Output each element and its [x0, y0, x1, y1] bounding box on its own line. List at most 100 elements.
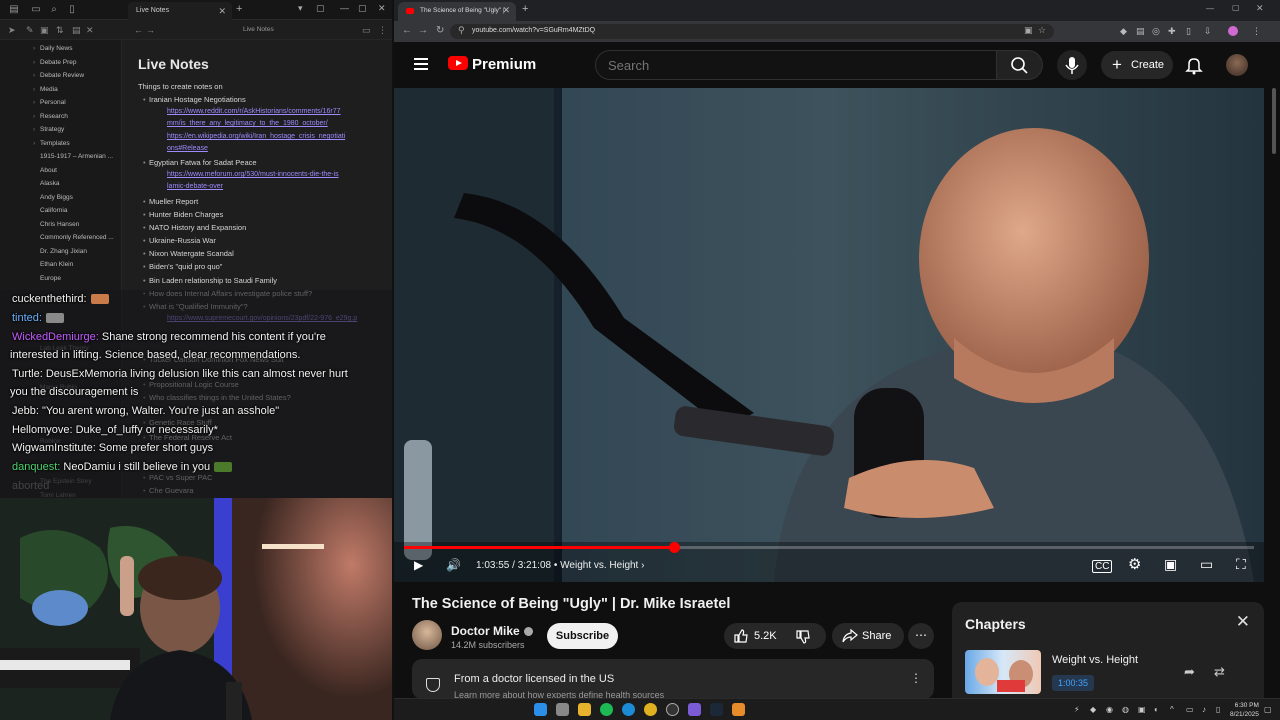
- share-icon[interactable]: ➦: [1184, 664, 1195, 680]
- spotify-icon[interactable]: [600, 703, 613, 716]
- sidebar-folder[interactable]: Daily News: [33, 45, 72, 52]
- maximize-icon[interactable]: ▢: [358, 3, 367, 14]
- youtube-brand[interactable]: Premium: [472, 56, 536, 73]
- send-icon[interactable]: ➤: [8, 25, 16, 36]
- collapse-icon[interactable]: ▤: [72, 25, 81, 36]
- sidebar-folder[interactable]: Personal: [33, 99, 66, 106]
- extension-icon[interactable]: ◆: [1120, 26, 1127, 37]
- profile-icon[interactable]: [1228, 26, 1238, 36]
- url-field[interactable]: ⚲ youtube.com/watch?v=SGuRm4MZtDQ ▣ ☆: [450, 24, 1054, 39]
- browser-maximize-icon[interactable]: ▢: [1232, 3, 1240, 12]
- menu-icon[interactable]: [414, 58, 428, 70]
- close-window-icon[interactable]: ✕: [378, 3, 386, 14]
- tray-icon[interactable]: ◍: [1122, 705, 1129, 714]
- browser-minimize-icon[interactable]: —: [1206, 4, 1214, 13]
- notes-tab[interactable]: Live Notes ✕: [128, 2, 232, 20]
- minimize-icon[interactable]: —: [340, 3, 349, 13]
- chevron-right-icon[interactable]: ›: [641, 560, 644, 571]
- chevron-up-icon[interactable]: ^: [1170, 705, 1174, 714]
- search-input[interactable]: [608, 58, 988, 73]
- fullscreen-icon[interactable]: ⛶: [1236, 556, 1246, 573]
- folder-icon[interactable]: [578, 703, 591, 716]
- new-folder-icon[interactable]: ▣: [40, 25, 49, 36]
- bookmark-icon[interactable]: ▯: [66, 4, 78, 16]
- tray-icon[interactable]: ◆: [1090, 705, 1096, 714]
- forward-arrow-icon[interactable]: →: [418, 25, 428, 36]
- sidebar-folder[interactable]: Strategy: [33, 126, 64, 133]
- browser-tab[interactable]: The Science of Being "Ugly" | D... ✕: [398, 2, 516, 21]
- chat-username[interactable]: danquest:: [12, 461, 60, 473]
- browser-menu-icon[interactable]: ⋮: [1252, 26, 1261, 37]
- new-note-icon[interactable]: ✎: [26, 25, 34, 36]
- chat-username[interactable]: Jebb:: [12, 405, 39, 417]
- chapter-thumbnail[interactable]: [965, 650, 1041, 694]
- windows-start-icon[interactable]: [534, 703, 547, 716]
- subscribe-button[interactable]: Subscribe: [547, 623, 618, 649]
- sidebar-note[interactable]: Dr. Zhang Jixian: [40, 248, 87, 255]
- sort-icon[interactable]: ⇅: [56, 25, 64, 36]
- note-link[interactable]: mm/is_there_any_legitimacy_to_the_1980_o…: [167, 120, 328, 127]
- note-link[interactable]: https://www.meforum.org/530/must-innocen…: [167, 171, 339, 178]
- note-link[interactable]: https://en.wikipedia.org/wiki/Iran_hosta…: [167, 133, 345, 140]
- folder-icon[interactable]: ▭: [30, 4, 42, 16]
- chat-username[interactable]: WigwamInstitute:: [12, 442, 96, 454]
- obs-icon[interactable]: [666, 703, 679, 716]
- tray-icon[interactable]: ◐: [1154, 705, 1159, 714]
- reload-icon[interactable]: ↻: [436, 25, 444, 36]
- bookmark-star-icon[interactable]: ☆: [1038, 25, 1046, 36]
- loop-icon[interactable]: ⇄: [1214, 664, 1225, 680]
- sidebar-note[interactable]: Alaska: [40, 180, 60, 187]
- youtube-logo-icon[interactable]: [448, 56, 468, 70]
- sidebar-note[interactable]: About: [40, 167, 57, 174]
- close-tab-icon[interactable]: ✕: [502, 5, 510, 16]
- sidebar-note[interactable]: Andy Biggs: [40, 194, 73, 201]
- page-scrollbar[interactable]: [1272, 88, 1276, 154]
- sidebar-folder[interactable]: Media: [33, 86, 58, 93]
- note-link[interactable]: https://www.reddit.com/r/AskHistorians/c…: [167, 108, 341, 115]
- thumbs-up-icon[interactable]: [734, 629, 748, 643]
- video-progress-bar[interactable]: [404, 542, 1254, 553]
- more-options-icon[interactable]: ⋮: [910, 671, 922, 685]
- layout-icon[interactable]: ▾: [298, 3, 303, 14]
- like-count[interactable]: 5.2K: [754, 630, 777, 642]
- chapter-title[interactable]: Weight vs. Height: [1052, 654, 1138, 666]
- browser-close-icon[interactable]: ✕: [1256, 3, 1264, 14]
- chapter-timestamp[interactable]: 1:00:35: [1052, 675, 1094, 691]
- extension-icon[interactable]: ▤: [1136, 26, 1145, 37]
- captions-icon[interactable]: CC: [1092, 560, 1113, 573]
- channel-name[interactable]: Doctor Mike: [451, 624, 520, 638]
- share-button[interactable]: Share: [832, 623, 904, 649]
- close-icon[interactable]: ✕: [1236, 612, 1250, 632]
- reading-mode-icon[interactable]: ▭: [362, 25, 371, 36]
- progress-scrubber[interactable]: [669, 542, 681, 553]
- forward-arrow-icon[interactable]: →: [146, 25, 155, 35]
- health-info-panel[interactable]: From a doctor licensed in the US Learn m…: [412, 659, 934, 700]
- steam-icon[interactable]: [710, 703, 723, 716]
- chat-username[interactable]: Hellomyove:: [12, 424, 73, 436]
- split-icon[interactable]: ▢: [316, 3, 325, 14]
- thumbs-down-icon[interactable]: [796, 630, 810, 644]
- install-icon[interactable]: ▣: [1024, 25, 1033, 36]
- tray-icon[interactable]: ▣: [1138, 705, 1146, 714]
- note-link[interactable]: lamic-debate-over: [167, 183, 223, 190]
- channel-avatar[interactable]: [412, 620, 442, 650]
- sidebar-folder[interactable]: Debate Prep: [33, 59, 76, 66]
- close-panel-icon[interactable]: ✕: [86, 25, 94, 36]
- current-chapter[interactable]: Weight vs. Height: [560, 560, 638, 571]
- account-avatar[interactable]: [1226, 54, 1248, 76]
- extensions-puzzle-icon[interactable]: ✚: [1168, 26, 1176, 37]
- clock[interactable]: 6:30 PM 8/21/2025: [1230, 701, 1259, 719]
- sidebar-toggle-icon[interactable]: ▤: [8, 4, 20, 16]
- sidebar-icon[interactable]: ▯: [1186, 26, 1191, 37]
- search-icon[interactable]: ⌕: [48, 4, 60, 16]
- file-explorer-icon[interactable]: [556, 703, 569, 716]
- edge-icon[interactable]: [622, 703, 635, 716]
- channel-name-row[interactable]: Doctor Mike: [451, 624, 533, 638]
- sidebar-note[interactable]: Commonly Referenced ...: [40, 234, 114, 241]
- sidebar-folder[interactable]: Templates: [33, 140, 70, 147]
- theater-mode-icon[interactable]: ▭: [1200, 556, 1213, 573]
- battery-icon[interactable]: ▯: [1216, 705, 1220, 714]
- sidebar-note[interactable]: Ethan Klein: [40, 261, 73, 268]
- volume-icon[interactable]: ♪: [1202, 705, 1206, 714]
- create-button[interactable]: Create: [1101, 51, 1173, 79]
